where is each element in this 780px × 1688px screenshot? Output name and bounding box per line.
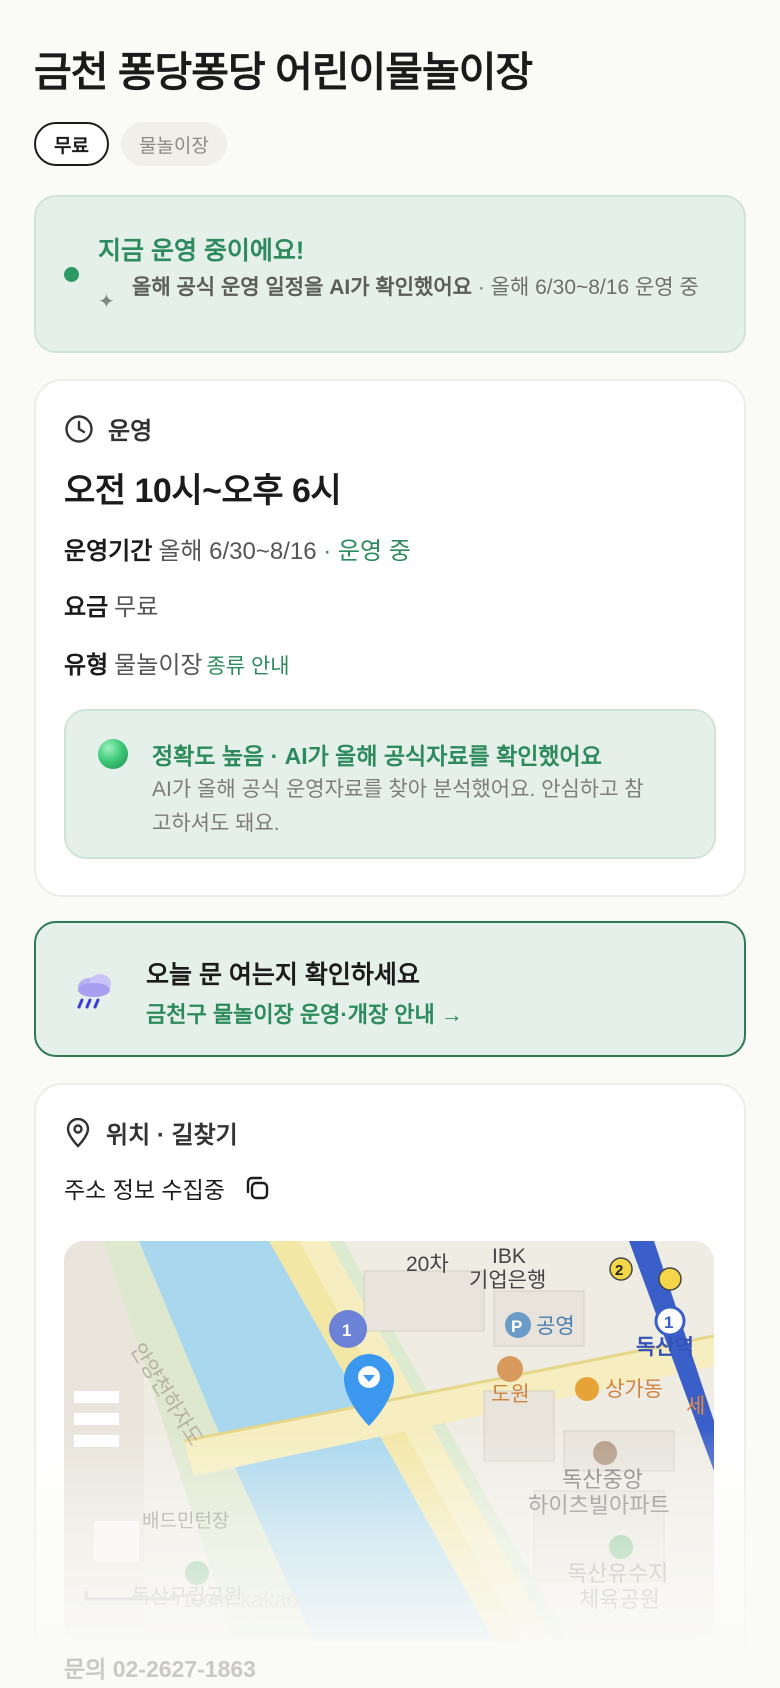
operation-header: 운영: [64, 411, 152, 446]
map-brand-logo: kakao: [240, 1587, 299, 1612]
type-value: 물놀이장: [114, 652, 203, 679]
map-label-bank: IBK: [492, 1245, 526, 1268]
rain-cloud-icon: [77, 974, 111, 1009]
notice-title: 오늘 문 여는지 확인하세요: [146, 961, 420, 989]
page-title: 금천 퐁당퐁당 어린이물놀이장: [34, 49, 533, 95]
clock-icon: [65, 414, 93, 443]
map-bus-badge: 1: [342, 1321, 351, 1340]
status-banner: 지금 운영 중이에요! ✦ 올해 공식 운영 일정을 AI가 확인했어요 · 올…: [34, 195, 746, 353]
location-section-label: 위치 · 길찾기: [106, 1122, 238, 1149]
map-line2-badge: 2: [615, 1262, 623, 1279]
accuracy-title: 정확도 높음 · AI가 올해 공식자료를 확인했어요: [152, 743, 602, 769]
status-subtitle: 올해 공식 운영 일정을 AI가 확인했어요 · 올해 6/30~8/16 운영…: [132, 273, 712, 302]
map-label-shop: 상가동: [605, 1378, 663, 1401]
operation-section-label: 운영: [108, 418, 153, 445]
location-pin-icon: [66, 1117, 90, 1148]
map-label-park2: 독산유수지: [567, 1561, 668, 1586]
accuracy-box: 정확도 높음 · AI가 올해 공식자료를 확인했어요 AI가 올해 공식 운영…: [64, 709, 716, 859]
map-label-apt-2: 하이츠빌아파트: [528, 1493, 670, 1518]
map-label-restaurant: 도원: [491, 1383, 530, 1406]
fee-key: 요금: [64, 594, 109, 621]
accuracy-description: AI가 올해 공식 운영자료를 찾아 분석했어요. 안심하고 참고하셔도 돼요.: [152, 778, 644, 835]
map-label-bank-2: 기업은행: [469, 1269, 546, 1292]
copy-icon[interactable]: [243, 1174, 271, 1202]
chip-free[interactable]: 무료: [34, 122, 109, 166]
tag-chips: 무료 물놀이장: [34, 122, 746, 166]
status-sub-bold: 올해 공식 운영 일정을 AI가 확인했어요: [132, 276, 472, 299]
open-check-notice[interactable]: 오늘 문 여는지 확인하세요 금천구 물놀이장 운영·개장 안내 →: [34, 921, 746, 1057]
map-label-park2-2: 체육공원: [579, 1587, 660, 1612]
period-value: 올해 6/30~8/16: [158, 538, 317, 565]
status-dot-icon: [64, 267, 79, 282]
fee-value: 무료: [114, 594, 159, 621]
address-text: 주소 정보 수집중: [64, 1177, 225, 1203]
contact-phone[interactable]: 문의 02-2627-1863: [64, 1650, 256, 1684]
map-line1-badge: 1: [664, 1313, 673, 1332]
period-key: 운영기간: [64, 538, 153, 565]
type-row: 유형 물놀이장 종류 안내: [64, 645, 290, 680]
location-card: 위치 · 길찾기 주소 정보 수집중 20차 IBK 기업은행 P 공영 도원 …: [34, 1083, 746, 1683]
status-sub-rest: · 올해 6/30~8/16 운영 중: [471, 276, 699, 299]
period-row: 운영기간 올해 6/30~8/16 · 운영 중: [64, 531, 411, 566]
map-view[interactable]: 20차 IBK 기업은행 P 공영 도원 상가동 독산역 1 2 1 세 독산중…: [64, 1241, 714, 1641]
operation-hours: 오전 10시~오후 6시: [64, 472, 342, 510]
status-title: 지금 운영 중이에요!: [98, 237, 305, 265]
operation-card: 운영 오전 10시~오후 6시 운영기간 올해 6/30~8/16 · 운영 중 …: [34, 379, 746, 897]
notice-guide-link[interactable]: 금천구 물놀이장 운영·개장 안내 →: [146, 997, 463, 1029]
sparkle-icon: ✦: [98, 291, 115, 313]
location-header: 위치 · 길찾기: [64, 1115, 238, 1150]
map-canvas: 20차 IBK 기업은행 P 공영 도원 상가동 독산역 1 2 1 세 독산중…: [64, 1241, 714, 1641]
period-status: · 운영 중: [323, 538, 411, 565]
address-row: 주소 정보 수집중: [64, 1171, 271, 1205]
map-label-parking: 공영: [536, 1315, 575, 1338]
accuracy-indicator-icon: [98, 739, 128, 769]
map-scale-label: 100m: [182, 1591, 230, 1612]
map-label-station: 독산역: [636, 1336, 694, 1359]
svg-text:P: P: [511, 1317, 522, 1336]
map-label-badminton: 배드민턴장: [142, 1510, 229, 1532]
fee-row: 요금 무료: [64, 587, 158, 622]
map-label-top: 20차: [406, 1253, 449, 1276]
type-guide-link[interactable]: 종류 안내: [207, 655, 290, 678]
map-label-edge: 세: [686, 1395, 705, 1418]
type-key: 유형: [64, 652, 109, 679]
chip-waterpark[interactable]: 물놀이장: [120, 122, 227, 166]
map-label-apt: 독산중앙: [562, 1467, 643, 1492]
